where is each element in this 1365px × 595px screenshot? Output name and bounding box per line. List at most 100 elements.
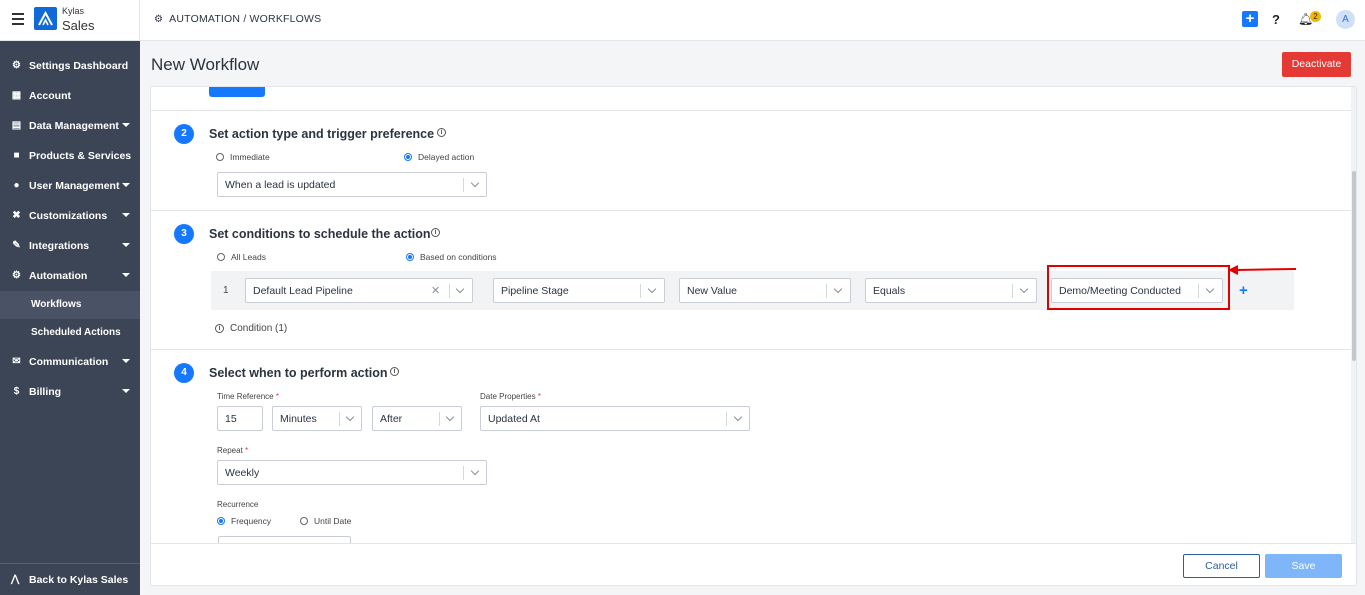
divider bbox=[640, 284, 641, 298]
radio-all-leads[interactable] bbox=[217, 253, 225, 261]
sidebar-item-automation[interactable]: ⚙ Automation bbox=[0, 261, 140, 291]
divider bbox=[449, 284, 450, 298]
sidebar-item-account[interactable]: ▦ Account bbox=[0, 81, 140, 111]
sidebar-item-user-management[interactable]: ● User Management bbox=[0, 171, 140, 201]
field-select[interactable]: Pipeline Stage bbox=[493, 278, 665, 303]
sidebar-item-integrations[interactable]: ✎ Integrations bbox=[0, 231, 140, 261]
menu-icon[interactable] bbox=[12, 13, 24, 25]
sidebar-item-label: Account bbox=[29, 90, 71, 102]
add-condition-icon[interactable]: + bbox=[1239, 282, 1248, 299]
value-type-select[interactable]: New Value bbox=[679, 278, 851, 303]
sidebar-item-label: Settings Dashboard bbox=[29, 60, 129, 72]
info-icon[interactable]: i bbox=[437, 128, 446, 137]
sidebar-item-billing[interactable]: $ Billing bbox=[0, 377, 140, 407]
avatar[interactable]: A bbox=[1336, 10, 1355, 29]
chevron-down-icon bbox=[1019, 284, 1029, 294]
chevron-down-icon bbox=[470, 466, 480, 476]
dollar-icon: $ bbox=[13, 386, 20, 397]
sidebar-item-data-management[interactable]: ▤ Data Management bbox=[0, 111, 140, 141]
time-reference-text: Time Reference bbox=[217, 392, 274, 401]
radio-based-on-conditions[interactable] bbox=[406, 253, 414, 261]
cancel-button[interactable]: Cancel bbox=[1183, 554, 1260, 578]
chevron-down-icon bbox=[455, 284, 465, 294]
chevron-down-icon bbox=[733, 412, 743, 422]
select-value: Equals bbox=[873, 285, 906, 297]
form-footer: Cancel Save bbox=[151, 543, 1356, 585]
gears-icon: ⚙ bbox=[12, 270, 21, 281]
chevron-down-icon bbox=[345, 412, 355, 422]
operator-select[interactable]: Equals bbox=[865, 278, 1037, 303]
building-icon: ▦ bbox=[11, 90, 22, 101]
recurrence-label: Recurrence bbox=[217, 500, 259, 509]
breadcrumb-text: AUTOMATION / WORKFLOWS bbox=[169, 13, 322, 25]
radio-label: Based on conditions bbox=[420, 252, 497, 262]
divider bbox=[151, 349, 1351, 350]
radio-label: Frequency bbox=[231, 516, 272, 526]
pipeline-select[interactable]: Default Lead Pipeline ✕ bbox=[245, 278, 473, 303]
chevron-down-icon bbox=[833, 284, 843, 294]
date-properties-label: Date Properties * bbox=[480, 392, 541, 401]
quick-add-button[interactable]: + bbox=[1242, 11, 1258, 27]
sidebar-subitem-workflows[interactable]: Workflows bbox=[0, 291, 140, 319]
step-number: 4 bbox=[174, 363, 194, 383]
chevron-down-icon bbox=[445, 412, 455, 422]
time-direction-select[interactable]: After bbox=[372, 406, 462, 431]
sidebar-subitem-label: Workflows bbox=[31, 299, 82, 310]
chevron-down-icon bbox=[122, 359, 130, 363]
time-value-input[interactable]: 15 bbox=[217, 406, 263, 431]
plug-icon: ✎ bbox=[12, 240, 21, 251]
sidebar-item-label: Products & Services bbox=[29, 150, 132, 162]
info-icon: i bbox=[215, 324, 224, 333]
time-unit-select[interactable]: Minutes bbox=[272, 406, 362, 431]
trigger-select[interactable]: When a lead is updated bbox=[217, 172, 487, 197]
sidebar-item-settings-dashboard[interactable]: ⚙ Settings Dashboard bbox=[0, 51, 140, 81]
chat-icon: ✉ bbox=[12, 356, 21, 367]
time-reference-label: Time Reference * bbox=[217, 392, 279, 401]
notification-badge: 2 bbox=[1310, 11, 1321, 22]
clear-icon[interactable]: ✕ bbox=[431, 284, 440, 297]
date-property-select[interactable]: Updated At bbox=[480, 406, 750, 431]
step-button-partial[interactable] bbox=[209, 87, 265, 97]
back-to-sales-link[interactable]: ⋀ Back to Kylas Sales bbox=[0, 563, 140, 595]
save-button[interactable]: Save bbox=[1265, 554, 1342, 578]
radio-label: Delayed action bbox=[418, 152, 475, 162]
sidebar-item-label: Automation bbox=[29, 270, 88, 282]
gear-icon: ⚙ bbox=[12, 60, 21, 71]
help-icon[interactable]: ? bbox=[1272, 12, 1280, 27]
box-icon: ■ bbox=[13, 150, 20, 161]
radio-frequency[interactable] bbox=[217, 517, 225, 525]
users-icon: ● bbox=[13, 180, 20, 191]
step-number: 2 bbox=[174, 124, 194, 144]
radio-delayed-action[interactable] bbox=[404, 153, 412, 161]
divider bbox=[151, 210, 1351, 211]
radio-immediate[interactable] bbox=[216, 153, 224, 161]
divider bbox=[463, 466, 464, 480]
kylas-logo-icon[interactable] bbox=[34, 7, 57, 30]
sidebar-item-communication[interactable]: ✉ Communication bbox=[0, 347, 140, 377]
chevron-down-icon bbox=[122, 183, 130, 187]
repeat-text: Repeat bbox=[217, 446, 243, 455]
select-value: Minutes bbox=[280, 413, 317, 425]
gears-icon: ⚙ bbox=[154, 14, 164, 25]
sidebar-subitem-scheduled-actions[interactable]: Scheduled Actions bbox=[0, 319, 140, 347]
sidebar-item-label: Data Management bbox=[29, 120, 119, 132]
sidebar: ⚙ Settings Dashboard ▦ Account ▤ Data Ma… bbox=[0, 41, 140, 595]
divider bbox=[463, 178, 464, 192]
radio-until-date[interactable] bbox=[300, 517, 308, 525]
repeat-label: Repeat * bbox=[217, 446, 249, 455]
radio-label: Until Date bbox=[314, 516, 352, 526]
repeat-select[interactable]: Weekly bbox=[217, 460, 487, 485]
step-number: 3 bbox=[174, 224, 194, 244]
deactivate-button[interactable]: Deactivate bbox=[1282, 52, 1351, 77]
sidebar-item-customizations[interactable]: ✖ Customizations bbox=[0, 201, 140, 231]
sidebar-item-label: Customizations bbox=[29, 210, 108, 222]
info-icon[interactable]: i bbox=[390, 367, 399, 376]
condition-count[interactable]: Condition (1) bbox=[230, 323, 287, 334]
chevron-down-icon bbox=[470, 178, 480, 188]
sidebar-item-products-services[interactable]: ■ Products & Services bbox=[0, 141, 140, 171]
date-properties-text: Date Properties bbox=[480, 392, 536, 401]
info-icon[interactable]: i bbox=[431, 228, 440, 237]
divider bbox=[826, 284, 827, 298]
sidebar-item-label: User Management bbox=[29, 180, 120, 192]
scrollbar-thumb[interactable] bbox=[1352, 171, 1356, 361]
